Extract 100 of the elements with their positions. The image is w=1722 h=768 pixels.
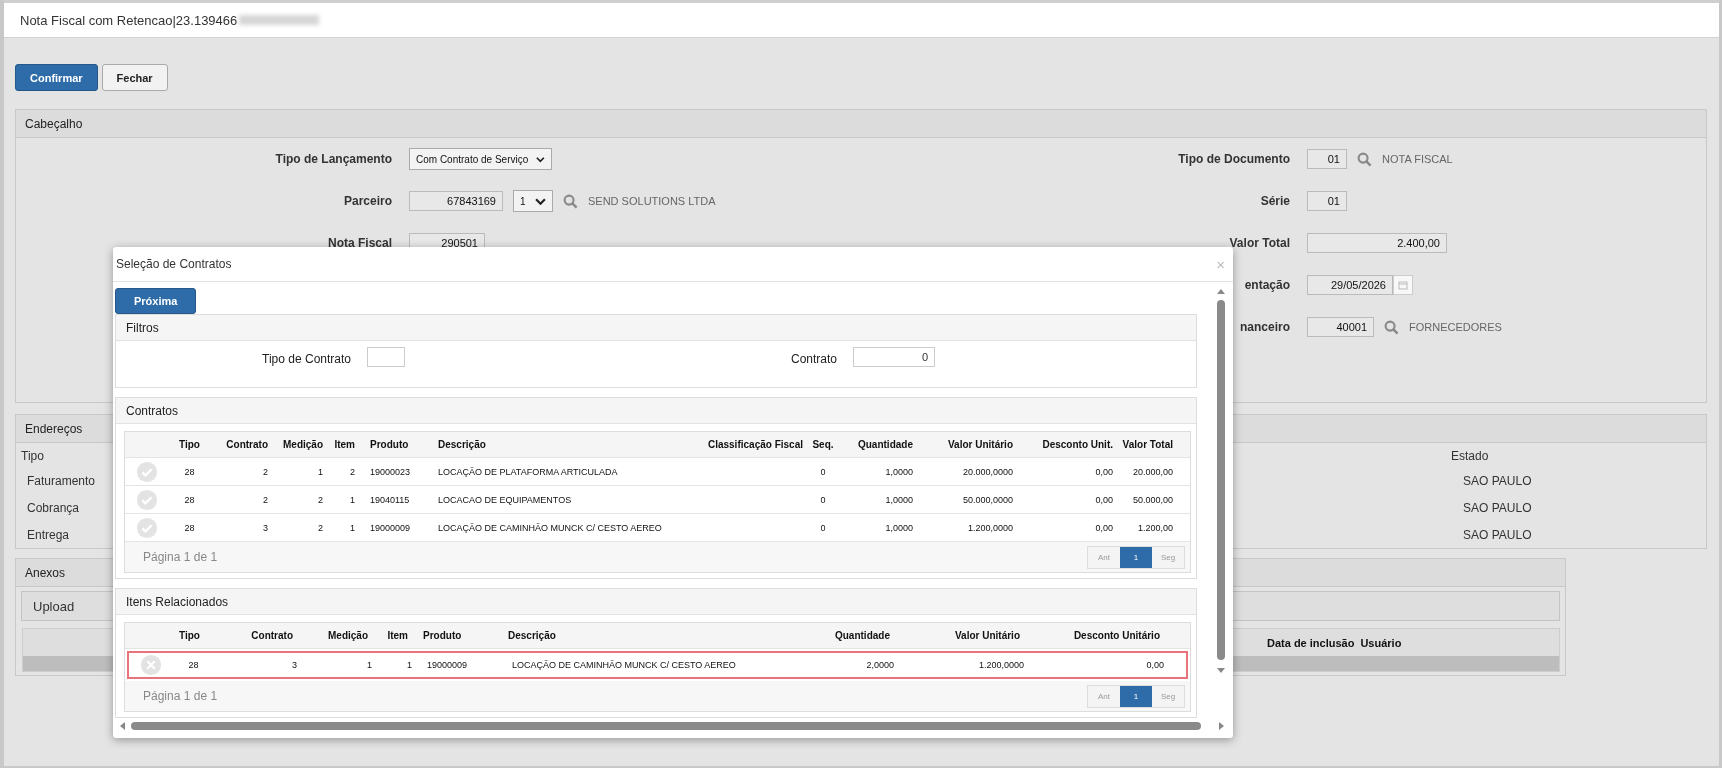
field-label: Tipo de Lançamento [274,152,392,166]
table-cell: 19000009 [370,522,411,533]
table-row[interactable]: 28 2 1 2 19000023 LOCAÇÃO DE PLATAFORMA ARTICULADA 0 1,0000 20.000,0000 0,00 20.000,00 [125,458,1190,486]
field-description: SEND SOLUTIONS LTDA [588,195,716,207]
table-cell: 28 [184,466,195,477]
column-header: Quantidade [834,630,891,641]
table-cell: 1,0000 [885,466,913,477]
field-label: Tipo de Contrato [261,351,351,366]
page-button[interactable]: 1 [1120,685,1152,707]
table-cell: 0,00 [1095,494,1113,505]
column-header: Valor Unitário [954,630,1021,641]
table-cell: 1 [318,466,323,477]
input-field[interactable]: 01 [1307,149,1347,169]
table-cell: 28 [184,522,195,533]
table-cell: Faturamento [27,473,96,488]
table-cell: 3 [263,522,268,533]
column-header: Medição [327,630,369,641]
input-field[interactable] [367,347,405,367]
page-info: Página 1 de 1 [143,689,218,703]
table-cell: 0 [820,466,826,477]
table-cell: 1.200,0000 [978,660,1024,670]
table-cell: Cobrança [27,500,80,515]
table-cell: 3 [292,660,297,670]
input-field[interactable]: 0 [853,347,935,367]
table-cell: 1,0000 [885,522,913,533]
date-field[interactable]: 29/05/2026 [1307,275,1393,295]
column-header: Medição [282,439,324,450]
table-cell: 0 [820,522,826,533]
field-label: Contrato [789,351,837,366]
panel-title: Contratos [126,403,179,418]
table-cell: 2 [318,522,323,533]
select-field[interactable]: 1 [513,190,553,212]
table-cell: LOCACAO DE EQUIPAMENTOS [438,494,572,505]
column-header: Seq. [811,439,835,450]
input-field[interactable]: 2.400,00 [1307,233,1447,253]
column-header: Desconto Unit. [1041,439,1114,450]
column-header: Valor Unitário [947,439,1014,450]
table-cell: Entrega [27,527,70,542]
table-cell: LOCAÇÃO DE CAMINHÃO MUNCK C/ CESTO AEREO [512,660,736,670]
search-icon[interactable] [1357,151,1372,167]
table-cell: 2 [318,494,323,505]
field-label: Nota Fiscal [326,236,392,250]
table-cell: 1 [350,522,355,533]
table-cell: 19000009 [427,660,468,670]
table-cell-text: SAO PAULO [1462,527,1532,542]
next-button[interactable]: Próxima [115,288,197,314]
table-row[interactable]: 28 2 2 1 19040115 LOCACAO DE EQUIPAMENTOS 0 1,0000 50.000,0000 0,00 50.000,00 [125,486,1190,514]
table-cell: 2 [263,466,268,477]
check-icon[interactable] [135,488,158,511]
toolbar-button[interactable]: Confirmar [15,64,98,91]
table-cell: 2,0000 [866,660,894,670]
table-cell: 20.000,00 [1132,466,1173,477]
column-header: Estado [1451,449,1489,463]
table-cell: 1 [350,494,355,505]
column-header: Valor Total [1121,439,1174,450]
dialog-title: Seleção de Contratos [116,257,232,271]
select-field[interactable]: Com Contrato de Serviço [409,148,552,170]
chevron-down-icon[interactable] [536,155,545,163]
window-title: Nota Fiscal com Retencao|23.139466 [20,12,238,28]
field-label: Série [1259,194,1290,208]
table-cell: 19000023 [370,466,411,477]
calendar-button[interactable] [1393,275,1413,295]
input-field[interactable]: 40001 [1307,317,1374,337]
table-cell: 2 [263,494,268,505]
check-icon[interactable] [135,460,158,483]
column-header: Item [333,439,356,450]
page-info: Página 1 de 1 [143,550,218,564]
table-cell: LOCAÇÃO DE CAMINHÃO MUNCK C/ CESTO AEREO [438,522,662,533]
search-icon[interactable] [1384,319,1399,335]
table-cell: 1 [407,660,412,670]
table-cell: 1 [367,660,372,670]
table-cell: 0,00 [1095,466,1113,477]
table-cell: 1.200,0000 [967,522,1013,533]
table-cell-text: SAO PAULO [1462,473,1532,488]
input-field[interactable]: 01 [1307,191,1347,211]
column-header: Tipo [178,439,201,450]
column-header: Item [386,630,409,641]
table-cell: 19040115 [370,494,410,505]
input-field[interactable]: 67843169 [409,191,503,211]
page-button[interactable]: 1 [1120,546,1152,568]
panel-title: Filtros [126,320,159,335]
toolbar-button[interactable]: Fechar [101,64,168,91]
table-cell: 50.000,0000 [962,494,1013,505]
column-header: Classificação Fiscal [706,439,804,450]
table-cell: LOCAÇÃO DE PLATAFORMA ARTICULADA [438,466,618,477]
table-cell: 0,00 [1095,522,1113,533]
table-row[interactable]: 28 3 1 1 19000009 LOCAÇÃO DE CAMINHÃO MUNCK C/ CESTO AEREO 2,0000 1.200,0000 0,00 [127,651,1188,679]
column-header: Descrição [437,439,487,450]
column-header: Data de inclusão [1267,636,1355,649]
column-header: Tipo [178,630,201,641]
panel-title: Anexos [25,565,66,580]
column-header: Produto [422,630,463,641]
check-icon[interactable] [135,516,158,539]
table-cell-text: SAO PAULO [1462,500,1532,515]
column-header: Usuário [1360,636,1402,649]
column-header: Produto [369,439,410,450]
table-cell: 50.000,00 [1132,494,1173,505]
search-icon[interactable] [563,193,578,209]
chevron-down-icon[interactable] [535,197,546,205]
table-cell: 1,0000 [885,494,913,505]
